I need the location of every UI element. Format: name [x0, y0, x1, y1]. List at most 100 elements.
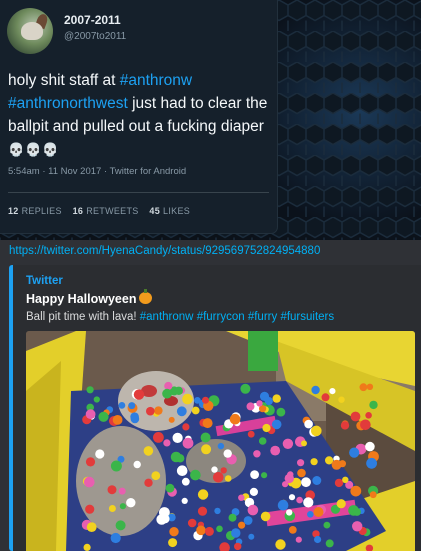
ball	[296, 496, 303, 504]
ball	[246, 402, 255, 411]
ball	[369, 400, 378, 410]
ball	[275, 539, 286, 550]
ball	[202, 396, 209, 404]
ball	[258, 437, 267, 445]
embed-tag-anthronw[interactable]: #anthronw	[140, 311, 194, 323]
embed-provider[interactable]: Twitter	[26, 275, 63, 287]
ball	[176, 465, 188, 476]
ball	[256, 400, 263, 407]
ball	[321, 393, 330, 402]
ball	[314, 535, 322, 544]
embed-tag-fursuiters[interactable]: #fursuiters	[280, 311, 334, 323]
ball	[369, 491, 377, 499]
ball	[304, 419, 313, 429]
retweets-stat[interactable]: 16 RETWEETS	[73, 206, 147, 216]
ball	[301, 477, 311, 488]
ball	[107, 485, 117, 495]
embed-tag-furrycon[interactable]: #furrycon	[197, 311, 245, 323]
ball	[197, 506, 208, 516]
replies-stat[interactable]: 12 REPLIES	[8, 206, 70, 216]
ball	[365, 441, 375, 452]
ball	[170, 451, 182, 463]
ball	[260, 511, 271, 522]
ball	[262, 423, 271, 433]
ball	[311, 385, 320, 395]
ball	[168, 538, 178, 548]
embed-image[interactable]	[26, 331, 415, 551]
ball	[202, 418, 213, 429]
ball	[238, 521, 246, 529]
ball	[85, 409, 96, 420]
ball	[224, 475, 232, 482]
tweet-text: holy shit staff at #anthronw #anthronort…	[8, 69, 270, 161]
ball	[342, 476, 349, 483]
pumpkin-icon	[139, 289, 153, 304]
ball	[329, 388, 336, 395]
ball	[133, 389, 145, 400]
ball	[303, 497, 314, 508]
ball	[323, 521, 331, 529]
ball	[118, 487, 126, 495]
ball	[85, 457, 96, 467]
ball	[247, 504, 259, 516]
ball	[118, 402, 126, 409]
ball	[340, 421, 350, 430]
ball	[108, 505, 116, 512]
tweet-card[interactable]: 2007-2011 @2007to2011 holy shit staff at…	[0, 0, 277, 233]
ball	[223, 449, 232, 458]
ball	[133, 460, 141, 469]
ball	[86, 522, 97, 532]
hashtag-anthronorthwest[interactable]: #anthronorthwest	[8, 95, 128, 112]
ball	[181, 497, 188, 504]
ball	[350, 485, 362, 497]
ball	[110, 460, 122, 472]
ball	[182, 437, 194, 449]
ball	[95, 449, 105, 459]
ball	[176, 406, 187, 417]
ball	[288, 526, 297, 534]
ball	[240, 383, 251, 394]
ball	[334, 478, 344, 488]
likes-stat[interactable]: 45 LIKES	[149, 206, 190, 216]
ball	[359, 383, 368, 392]
ballpit-photo	[26, 331, 415, 551]
ball	[194, 397, 201, 404]
avatar[interactable]	[7, 8, 53, 54]
ball	[204, 526, 214, 536]
ball	[211, 466, 218, 473]
tweet-timestamp[interactable]: 5:54am · 11 Nov 2017 · Twitter for Andro…	[8, 166, 186, 177]
ball	[143, 446, 154, 456]
tweet-link[interactable]: https://twitter.com/HyenaCandy/status/92…	[9, 245, 320, 257]
ball	[365, 412, 372, 419]
ball	[130, 412, 139, 421]
ball	[366, 383, 374, 390]
ball	[349, 447, 360, 458]
ball	[163, 439, 171, 447]
ball	[86, 386, 94, 394]
tweet-display-name[interactable]: 2007-2011	[64, 13, 121, 27]
ball	[248, 533, 255, 540]
ball	[271, 419, 282, 430]
hashtag-anthronw[interactable]: #anthronw	[120, 72, 192, 89]
ball	[276, 407, 286, 417]
ball	[168, 416, 175, 423]
ball	[169, 527, 179, 537]
ball	[366, 457, 377, 469]
ball	[126, 498, 136, 508]
ball	[213, 472, 224, 483]
tweet-divider	[8, 192, 269, 193]
embed-title[interactable]: Happy Hallowyeen	[26, 289, 153, 306]
ball	[110, 532, 121, 544]
ball	[336, 499, 346, 509]
tweet-handle[interactable]: @2007to2011	[64, 31, 126, 42]
ball	[119, 503, 126, 510]
ball	[160, 514, 170, 524]
ball	[128, 402, 136, 410]
ball	[197, 489, 209, 500]
embed-tag-furry[interactable]: #furry	[248, 311, 277, 323]
ball	[261, 472, 268, 479]
ball	[151, 471, 161, 481]
ball	[228, 513, 237, 522]
ball	[153, 432, 164, 443]
ball	[270, 445, 281, 456]
